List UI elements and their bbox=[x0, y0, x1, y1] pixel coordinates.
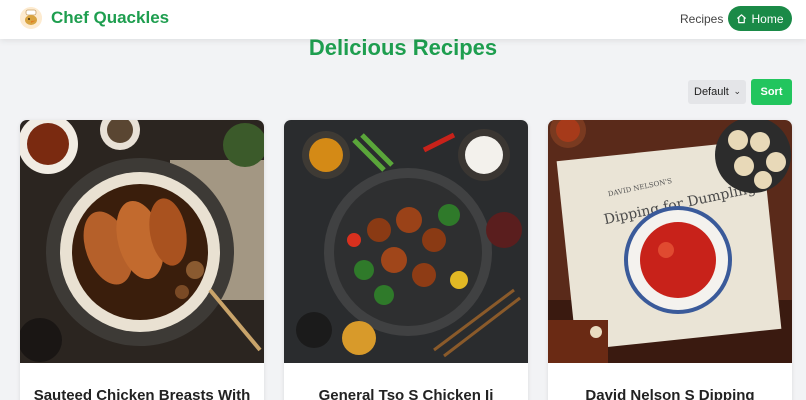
duck-chef-logo-icon[interactable] bbox=[20, 7, 42, 29]
nav-link-recipes[interactable]: Recipes bbox=[680, 12, 723, 26]
chicken-breast-dish-image bbox=[20, 120, 264, 363]
sort-select-value: Default bbox=[694, 86, 729, 98]
recipe-title[interactable]: General Tso S Chicken Ii bbox=[284, 387, 528, 400]
chevron-down-icon: ⌄ bbox=[733, 86, 741, 96]
brand-name[interactable]: Chef Quackles bbox=[51, 8, 169, 28]
top-navbar: Chef Quackles Recipes Home bbox=[0, 0, 806, 39]
recipe-card[interactable]: Sauteed Chicken Breasts With bbox=[20, 120, 264, 400]
home-button-label: Home bbox=[751, 11, 784, 26]
recipe-title[interactable]: David Nelson S Dipping bbox=[548, 387, 792, 400]
dipping-sauce-dumplings-image: DAVID NELSON'S Dipping for Dumplings bbox=[548, 120, 792, 363]
home-button[interactable]: Home bbox=[728, 6, 792, 31]
sort-button[interactable]: Sort bbox=[751, 79, 792, 105]
home-icon bbox=[737, 14, 747, 24]
recipe-title[interactable]: Sauteed Chicken Breasts With bbox=[20, 387, 264, 400]
general-tso-chicken-image bbox=[284, 120, 528, 363]
sort-select[interactable]: Default ⌄ bbox=[688, 80, 746, 104]
recipe-card[interactable]: General Tso S Chicken Ii bbox=[284, 120, 528, 400]
recipe-card[interactable]: DAVID NELSON'S Dipping for Dumplings Dav… bbox=[548, 120, 792, 400]
